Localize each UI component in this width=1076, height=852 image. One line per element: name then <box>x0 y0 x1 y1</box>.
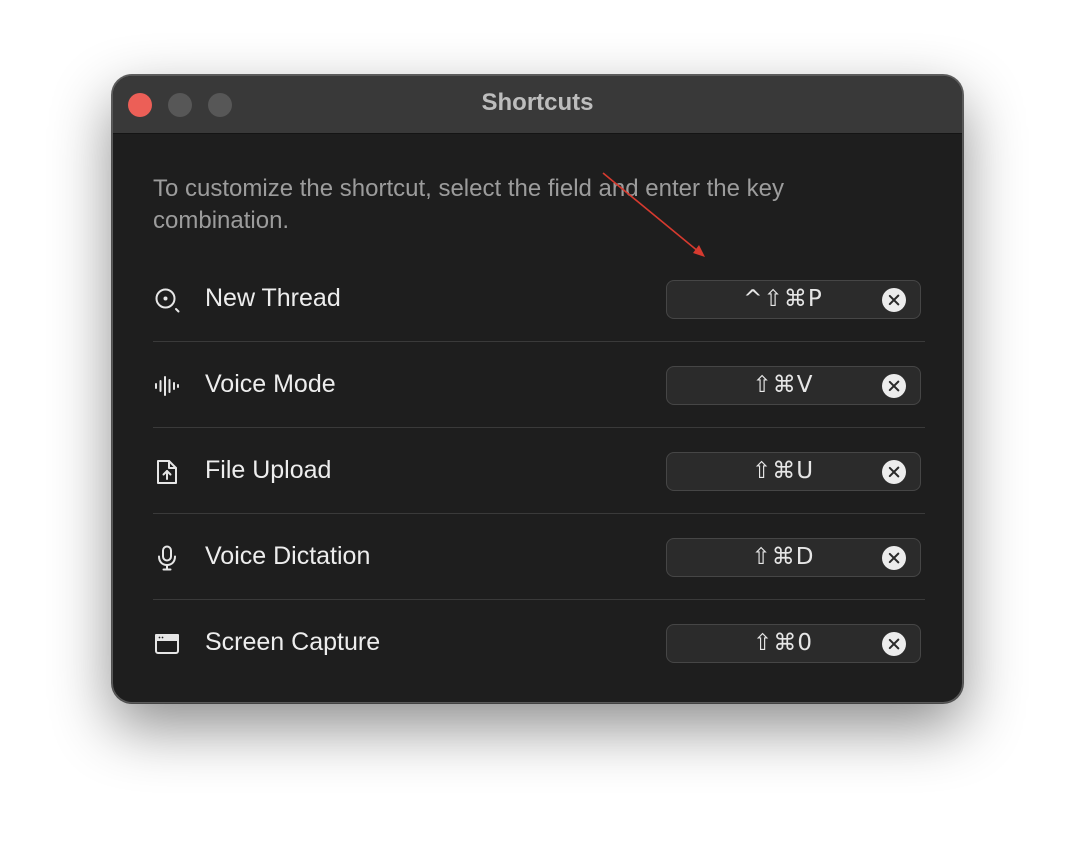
shortcut-field-screen-capture[interactable]: ⇧⌘0 <box>666 624 921 663</box>
shortcut-label: New Thread <box>205 284 341 312</box>
screen-capture-icon <box>153 630 181 658</box>
shortcut-label: File Upload <box>205 456 332 484</box>
shortcut-field-voice-mode[interactable]: ⇧⌘V <box>666 366 921 405</box>
waveform-icon <box>153 372 181 400</box>
shortcut-label: Voice Dictation <box>205 542 371 570</box>
shortcut-field-file-upload[interactable]: ⇧⌘U <box>666 452 921 491</box>
microphone-icon <box>153 544 181 572</box>
shortcut-field-voice-dictation[interactable]: ⇧⌘D <box>666 538 921 577</box>
shortcut-row-file-upload: File Upload ⇧⌘U <box>153 428 925 514</box>
instructions-text: To customize the shortcut, select the fi… <box>153 175 785 234</box>
search-icon <box>153 286 181 314</box>
shortcut-keys: ⇧⌘V <box>752 372 814 398</box>
clear-shortcut-button[interactable] <box>882 374 906 398</box>
window-title: Shortcuts <box>481 89 594 116</box>
shortcut-row-voice-dictation: Voice Dictation ⇧⌘D <box>153 514 925 600</box>
clear-shortcut-button[interactable] <box>882 288 906 312</box>
shortcut-row-screen-capture: Screen Capture ⇧⌘0 <box>153 600 925 686</box>
shortcut-keys: ⇧⌘U <box>751 458 815 484</box>
clear-shortcut-button[interactable] <box>882 632 906 656</box>
shortcut-keys: ⇧⌘D <box>751 544 815 570</box>
title-bar[interactable]: Shortcuts <box>113 76 962 134</box>
shortcut-label: Voice Mode <box>205 370 336 398</box>
clear-shortcut-button[interactable] <box>882 546 906 570</box>
clear-shortcut-button[interactable] <box>882 460 906 484</box>
shortcut-field-new-thread[interactable]: ^⇧⌘P <box>666 280 921 319</box>
file-upload-icon <box>153 458 181 486</box>
shortcut-row-voice-mode: Voice Mode ⇧⌘V <box>153 342 925 428</box>
shortcut-keys: ^⇧⌘P <box>743 286 823 312</box>
shortcuts-window: Shortcuts To customize the shortcut, sel… <box>112 75 963 703</box>
shortcut-label: Screen Capture <box>205 628 381 656</box>
shortcut-keys: ⇧⌘0 <box>753 630 813 656</box>
shortcut-row-new-thread: New Thread ^⇧⌘P <box>153 256 925 342</box>
